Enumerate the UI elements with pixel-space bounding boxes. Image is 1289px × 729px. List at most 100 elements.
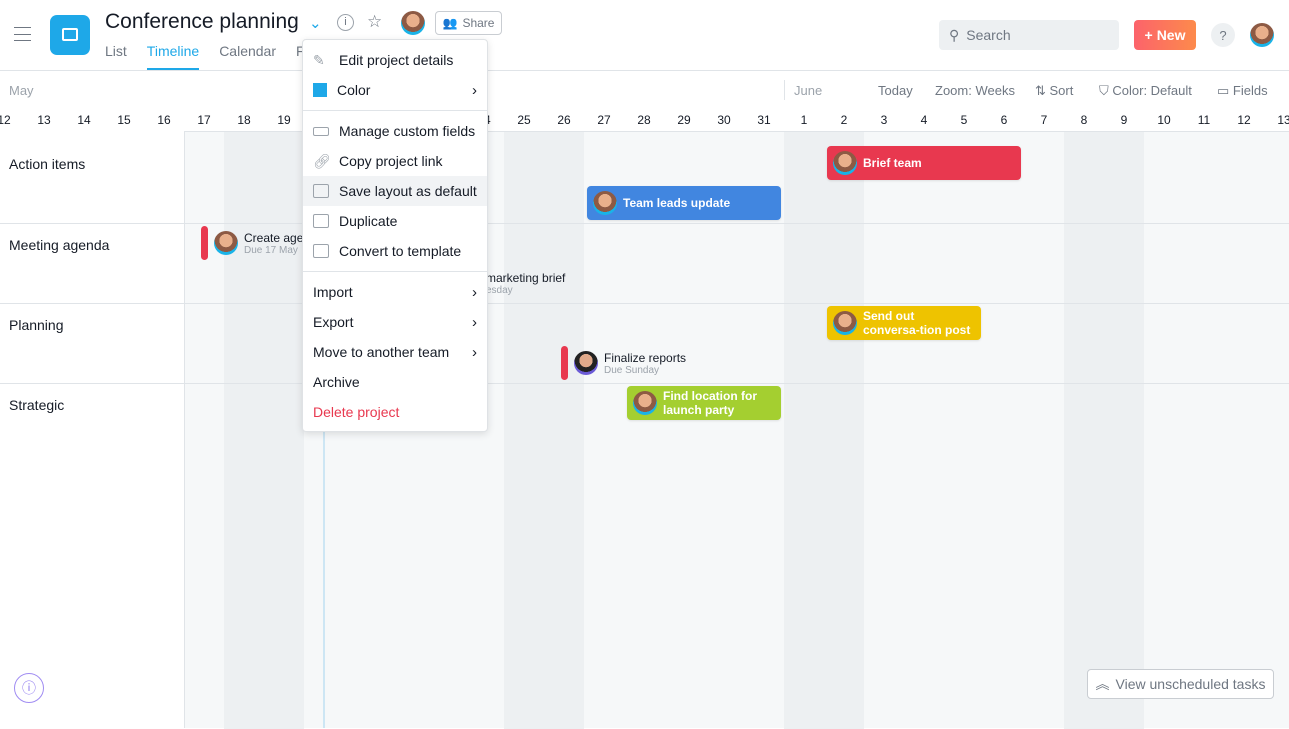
task-bar[interactable]: Find location for launch party bbox=[627, 386, 781, 420]
menu-item-delete-project[interactable]: Delete project bbox=[303, 397, 487, 427]
task-name: Team leads update bbox=[623, 196, 731, 210]
section-action-items[interactable]: Action items bbox=[9, 156, 85, 172]
info-icon[interactable]: ⓘ bbox=[14, 673, 44, 703]
month-june: June bbox=[794, 83, 823, 98]
new-button[interactable]: + New bbox=[1134, 20, 1196, 50]
day-label: 7 bbox=[1040, 113, 1048, 127]
menu-label: Delete project bbox=[313, 404, 400, 420]
task-bar[interactable]: Send out conversa-tion post bbox=[827, 306, 981, 340]
task-name: Find location for launch party bbox=[663, 389, 757, 417]
menu-item-manage-custom-fields[interactable]: Manage custom fields bbox=[303, 116, 487, 146]
day-label: 14 bbox=[77, 113, 91, 127]
avatar bbox=[833, 151, 857, 175]
menu-item-edit-project-details[interactable]: ✎ Edit project details bbox=[303, 45, 487, 75]
chevron-right-icon: › bbox=[472, 343, 477, 361]
menu-item-move-to-another-team[interactable]: Move to another team › bbox=[303, 337, 487, 367]
menu-divider bbox=[303, 271, 487, 272]
day-label: 25 bbox=[517, 113, 531, 127]
chevron-down-icon[interactable]: ⌄ bbox=[309, 14, 322, 32]
menu-label: Color bbox=[337, 82, 371, 98]
day-label: 27 bbox=[597, 113, 611, 127]
day-label: 12 bbox=[0, 113, 11, 127]
menu-item-import[interactable]: Import › bbox=[303, 277, 487, 307]
view-unscheduled-tasks-button[interactable]: ︽ View unscheduled tasks bbox=[1087, 669, 1274, 699]
menu-label: Import bbox=[313, 284, 353, 300]
menu-item-archive[interactable]: Archive bbox=[303, 367, 487, 397]
menu-label: Duplicate bbox=[339, 213, 398, 229]
menu-item-convert-to-template[interactable]: Convert to template bbox=[303, 236, 487, 266]
project-icon bbox=[50, 15, 90, 55]
sort-button[interactable]: ⇅ Sort bbox=[1035, 83, 1073, 99]
day-label: 11 bbox=[1197, 113, 1211, 127]
avatar bbox=[593, 191, 617, 215]
day-label: 6 bbox=[1000, 113, 1008, 127]
menu-item-save-layout-as-default[interactable]: Save layout as default bbox=[303, 176, 487, 206]
avatar bbox=[833, 311, 857, 335]
user-avatar[interactable] bbox=[1250, 23, 1274, 47]
milestone[interactable]: Finalize reports Due Sunday bbox=[561, 346, 686, 380]
avatar bbox=[633, 391, 657, 415]
milestone-due: esday bbox=[486, 285, 513, 296]
today-button[interactable]: Today bbox=[878, 83, 913, 98]
menu-label: Export bbox=[313, 314, 354, 330]
section-planning[interactable]: Planning bbox=[9, 317, 64, 333]
menu-label: Archive bbox=[313, 374, 360, 390]
day-label: 2 bbox=[840, 113, 848, 127]
avatar[interactable] bbox=[401, 11, 425, 35]
milestone-name: marketing brief bbox=[486, 271, 566, 285]
plus-icon: + bbox=[1144, 27, 1153, 43]
section-meeting-agenda[interactable]: Meeting agenda bbox=[9, 237, 109, 253]
menu-item-copy-project-link[interactable]: 🔗︎ Copy project link bbox=[303, 146, 487, 176]
project-title: Conference planning bbox=[105, 10, 299, 33]
info-icon[interactable]: i bbox=[337, 14, 354, 31]
search-icon: ⚲ bbox=[949, 26, 960, 43]
menu-item-duplicate[interactable]: Duplicate bbox=[303, 206, 487, 236]
tab-timeline[interactable]: Timeline bbox=[146, 43, 200, 70]
menu-icon[interactable] bbox=[14, 27, 31, 41]
milestone[interactable]: marketing brief esday bbox=[486, 271, 565, 296]
fields-button[interactable]: ▭ Fields bbox=[1217, 83, 1268, 99]
help-button[interactable]: ? bbox=[1211, 23, 1235, 47]
zoom-dropdown[interactable]: Zoom: Weeks bbox=[935, 83, 1015, 98]
day-label: 26 bbox=[557, 113, 571, 127]
avatar bbox=[214, 231, 238, 255]
month-divider bbox=[784, 80, 785, 100]
menu-item-export[interactable]: Export › bbox=[303, 307, 487, 337]
day-label: 19 bbox=[277, 113, 291, 127]
task-bar[interactable]: Team leads update bbox=[587, 186, 781, 220]
chevron-right-icon: › bbox=[472, 283, 477, 301]
share-button[interactable]: 👥 Share bbox=[435, 11, 502, 35]
menu-divider bbox=[303, 110, 487, 111]
day-label: 8 bbox=[1080, 113, 1088, 127]
day-label: 4 bbox=[920, 113, 928, 127]
duplicate-icon bbox=[313, 214, 329, 228]
weekend-column bbox=[1064, 132, 1144, 729]
day-label: 12 bbox=[1237, 113, 1251, 127]
avatar bbox=[574, 351, 598, 375]
menu-label: Manage custom fields bbox=[339, 123, 476, 139]
menu-label: Save layout as default bbox=[339, 183, 477, 199]
menu-item-color[interactable]: Color › bbox=[303, 75, 487, 105]
day-label: 5 bbox=[960, 113, 968, 127]
day-label: 17 bbox=[197, 113, 211, 127]
fields-icon: ▭ bbox=[1217, 83, 1233, 98]
search-input[interactable]: ⚲ Search bbox=[939, 20, 1119, 50]
top-bar: Conference planning ⌄ i ☆ 👥 Share List Ti… bbox=[0, 0, 1289, 71]
new-label: New bbox=[1156, 27, 1186, 43]
tab-list[interactable]: List bbox=[105, 43, 127, 70]
section-strategic[interactable]: Strategic bbox=[9, 397, 64, 413]
color-button[interactable]: ⛉ Color: Default bbox=[1099, 83, 1192, 99]
task-name: Brief team bbox=[863, 156, 922, 170]
weekend-column bbox=[784, 132, 864, 729]
tab-calendar[interactable]: Calendar bbox=[219, 43, 276, 70]
row-divider bbox=[0, 303, 1289, 304]
star-icon[interactable]: ☆ bbox=[367, 12, 382, 32]
fields-icon bbox=[313, 126, 329, 136]
task-bar[interactable]: Brief team bbox=[827, 146, 1021, 180]
sort-icon: ⇅ bbox=[1035, 83, 1050, 98]
day-label: 10 bbox=[1157, 113, 1171, 127]
color-swatch-icon bbox=[313, 83, 327, 97]
day-label: 9 bbox=[1120, 113, 1128, 127]
share-label: Share bbox=[462, 16, 495, 30]
milestone-due: Due Sunday bbox=[604, 364, 660, 376]
